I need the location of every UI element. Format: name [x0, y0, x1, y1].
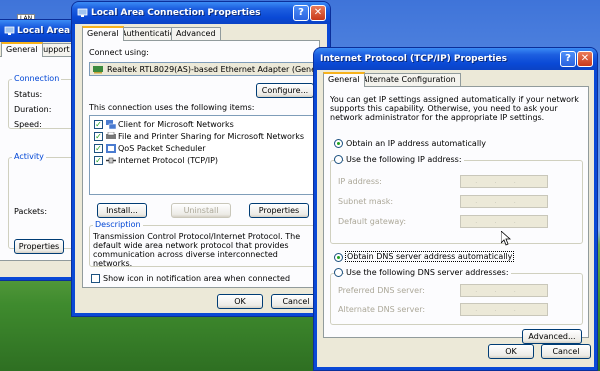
tab-advanced[interactable]: Advanced [171, 27, 221, 40]
ok-button[interactable]: OK [217, 294, 263, 309]
help-icon[interactable]: ? [560, 51, 576, 67]
lan-status-window: Local Area Conn General Support Connecti… [0, 20, 99, 280]
subnet-mask-label: Subnet mask: [338, 197, 394, 206]
file-printer-sharing-icon [106, 132, 116, 139]
mouse-cursor-icon [501, 231, 511, 246]
activity-group-label: Activity [12, 152, 46, 161]
obtain-ip-auto-radio[interactable] [334, 139, 343, 148]
properties-button[interactable]: Properties [249, 203, 309, 218]
tab-general[interactable]: General [82, 26, 124, 41]
tab-alternate-configuration[interactable]: Alternate Configuration [357, 73, 461, 86]
network-connection-icon [77, 8, 88, 17]
intro-text: You can get IP settings assigned automat… [330, 95, 579, 122]
cancel-button[interactable]: Cancel [541, 344, 591, 359]
qos-icon [106, 144, 116, 153]
static-dns-group [330, 273, 583, 325]
list-item[interactable]: ✓ QoS Packet Scheduler [90, 143, 310, 154]
item-label: File and Printer Sharing for Microsoft N… [118, 132, 304, 141]
item-label: QoS Packet Scheduler [118, 144, 206, 153]
speed-label: Speed: [14, 120, 42, 129]
tcpip-title: Internet Protocol (TCP/IP) Properties [320, 54, 507, 64]
packets-label: Packets: [14, 207, 48, 216]
close-icon[interactable]: ✕ [310, 5, 326, 21]
lac-properties-window: Local Area Connection Properties ? ✕ Gen… [72, 2, 330, 316]
item-checkbox[interactable]: ✓ [94, 156, 103, 165]
list-item[interactable]: ✓ File and Printer Sharing for Microsoft… [90, 131, 310, 142]
ip-address-label: IP address: [338, 177, 382, 186]
connect-using-label: Connect using: [89, 48, 149, 57]
ip-address-field[interactable]: ... [460, 175, 548, 188]
description-text: Transmission Control Protocol/Internet P… [93, 232, 301, 268]
adapter-box: Realtek RTL8029(AS)-based Ethernet Adapt… [89, 62, 329, 76]
properties-button-back[interactable]: Properties [14, 239, 64, 254]
obtain-dns-auto-radio[interactable] [334, 253, 343, 262]
use-following-ip-label: Use the following IP address: [344, 155, 464, 164]
tab-general[interactable]: General [323, 72, 365, 87]
preferred-dns-field[interactable]: ... [460, 284, 548, 297]
show-icon-label: Show icon in notification area when conn… [103, 274, 291, 283]
items-list: ✓ Client for Microsoft Networks ✓ File a… [89, 115, 314, 195]
item-checkbox[interactable]: ✓ [94, 132, 103, 141]
alternate-dns-label: Alternate DNS server: [338, 305, 426, 314]
item-label: Client for Microsoft Networks [118, 120, 234, 129]
alternate-dns-field[interactable]: ... [460, 303, 548, 316]
items-label: This connection uses the following items… [89, 103, 255, 112]
ok-button[interactable]: OK [488, 344, 534, 359]
lac-client: General Authentication Advanced Connect … [75, 24, 329, 313]
lac-title: Local Area Connection Properties [91, 8, 261, 18]
uninstall-button[interactable]: Uninstall [171, 203, 231, 218]
adapter-name: Realtek RTL8029(AS)-based Ethernet Adapt… [107, 65, 330, 74]
tcpip-client: General Alternate Configuration You can … [317, 70, 594, 367]
lan-status-titlebar[interactable]: Local Area Conn [0, 20, 99, 42]
use-following-dns-label: Use the following DNS server addresses: [344, 268, 511, 277]
network-adapter-icon [93, 66, 103, 74]
lan-status-panel: Connection Status: Duration: Speed: Acti… [0, 56, 85, 261]
tcpip-general-panel: You can get IP settings assigned automat… [323, 86, 589, 344]
default-gateway-label: Default gateway: [338, 217, 407, 226]
advanced-button[interactable]: Advanced... [522, 329, 582, 344]
connection-group-label: Connection [12, 74, 62, 83]
help-icon[interactable]: ? [293, 5, 309, 21]
lac-titlebar[interactable]: Local Area Connection Properties ? ✕ [72, 2, 330, 24]
duration-label: Duration: [14, 105, 52, 114]
tab-general-back[interactable]: General [1, 42, 43, 57]
preferred-dns-label: Preferred DNS server: [338, 286, 425, 295]
list-item[interactable]: ✓ Client for Microsoft Networks [90, 119, 310, 130]
tcpip-properties-window: Internet Protocol (TCP/IP) Properties ? … [314, 48, 597, 370]
status-label: Status: [14, 90, 43, 99]
obtain-ip-auto-label: Obtain an IP address automatically [346, 139, 487, 148]
item-checkbox[interactable]: ✓ [94, 120, 103, 129]
item-label: Internet Protocol (TCP/IP) [118, 156, 219, 165]
use-following-dns-radio[interactable] [334, 268, 343, 277]
close-icon[interactable]: ✕ [577, 51, 593, 67]
lan-status-client: General Support Connection Status: Durat… [0, 42, 85, 277]
network-client-icon [106, 120, 116, 129]
lac-general-panel: Connect using: Realtek RTL8029(AS)-based… [82, 40, 329, 288]
item-checkbox[interactable]: ✓ [94, 144, 103, 153]
network-connection-icon [4, 26, 15, 35]
description-label: Description [93, 220, 143, 229]
show-icon-checkbox[interactable] [91, 274, 100, 283]
subnet-mask-field[interactable]: ... [460, 195, 548, 208]
protocol-icon [106, 157, 116, 164]
default-gateway-field[interactable]: ... [460, 215, 548, 228]
obtain-dns-auto-label: Obtain DNS server address automatically [344, 251, 515, 262]
tcpip-titlebar[interactable]: Internet Protocol (TCP/IP) Properties ? … [314, 48, 597, 70]
install-button[interactable]: Install... [97, 203, 147, 218]
use-following-ip-radio[interactable] [334, 155, 343, 164]
configure-button[interactable]: Configure... [256, 83, 314, 98]
list-item[interactable]: ✓ Internet Protocol (TCP/IP) [90, 155, 310, 166]
